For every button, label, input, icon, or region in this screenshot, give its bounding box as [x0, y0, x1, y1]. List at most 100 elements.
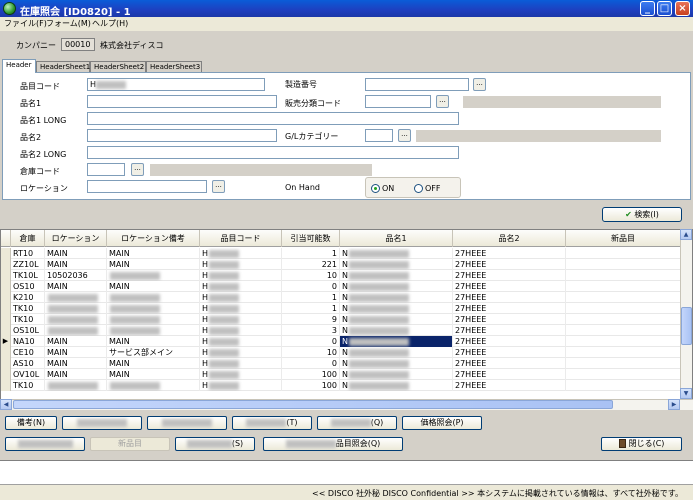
table-cell[interactable] — [566, 347, 681, 358]
location-lookup-button[interactable]: ... — [212, 180, 225, 193]
table-cell[interactable]: OS10 — [11, 281, 45, 292]
table-cell[interactable] — [45, 380, 107, 391]
table-cell[interactable]: H — [200, 248, 282, 259]
table-cell[interactable]: H — [200, 347, 282, 358]
close-window-button[interactable]: × — [675, 1, 690, 16]
table-cell[interactable]: サービス部メイン — [107, 347, 200, 358]
table-cell[interactable]: MAIN — [107, 358, 200, 369]
table-cell[interactable]: 27HEEE — [453, 325, 566, 336]
row-header[interactable] — [1, 270, 11, 281]
table-row[interactable]: TK10L 10502036 H 10 N 27HEEE — [1, 270, 681, 281]
table-cell[interactable]: 0 — [282, 281, 340, 292]
action-button-7[interactable] — [5, 437, 85, 451]
search-button[interactable]: ✔ 検索(I) — [602, 207, 682, 222]
table-cell[interactable]: H — [200, 281, 282, 292]
item-name1-input[interactable] — [87, 95, 277, 108]
table-cell[interactable] — [45, 314, 107, 325]
table-cell[interactable]: H — [200, 369, 282, 380]
table-cell[interactable]: MAIN — [45, 336, 107, 347]
table-cell[interactable] — [107, 292, 200, 303]
gl-category-input[interactable] — [365, 129, 393, 142]
gl-category-lookup-button[interactable]: ... — [398, 129, 411, 142]
table-row[interactable]: TK10 H 100 N 27HEEE — [1, 380, 681, 391]
table-cell[interactable]: H — [200, 259, 282, 270]
table-cell[interactable]: OV10L — [11, 369, 45, 380]
table-cell[interactable]: 1 — [282, 303, 340, 314]
table-cell[interactable]: 9 — [282, 314, 340, 325]
table-cell[interactable]: 27HEEE — [453, 292, 566, 303]
maximize-button[interactable]: □ — [657, 1, 672, 16]
table-cell[interactable]: 3 — [282, 325, 340, 336]
table-row[interactable]: TK10 H 9 N 27HEEE — [1, 314, 681, 325]
table-cell[interactable]: H — [200, 270, 282, 281]
table-cell[interactable]: 1 — [282, 292, 340, 303]
table-cell[interactable]: 100 — [282, 369, 340, 380]
table-cell[interactable]: N — [340, 314, 453, 325]
row-header[interactable] — [1, 281, 11, 292]
minimize-button[interactable]: _ — [640, 1, 655, 16]
table-row[interactable]: OS10 MAIN MAIN H 0 N 27HEEE — [1, 281, 681, 292]
table-row[interactable]: AS10 MAIN MAIN H 0 N 27HEEE — [1, 358, 681, 369]
action-button-3[interactable] — [147, 416, 227, 430]
table-cell[interactable]: 100 — [282, 380, 340, 391]
sales-category-lookup-button[interactable]: ... — [436, 95, 449, 108]
table-cell[interactable]: TK10 — [11, 314, 45, 325]
menu-file[interactable]: ファイル(F) — [4, 18, 47, 29]
col-warehouse[interactable]: 倉庫 — [11, 230, 45, 247]
table-cell[interactable] — [45, 292, 107, 303]
inventory-grid[interactable]: 倉庫 ロケーション ロケーション備考 品目コード 引当可能数 品名1 品名2 新… — [0, 229, 693, 408]
table-cell[interactable] — [566, 358, 681, 369]
horizontal-scroll-thumb[interactable] — [13, 400, 613, 409]
table-cell[interactable]: MAIN — [107, 259, 200, 270]
table-cell[interactable]: TK10 — [11, 380, 45, 391]
sales-category-input[interactable] — [365, 95, 431, 108]
scroll-down-icon[interactable]: ▼ — [680, 388, 692, 399]
row-header[interactable]: ▶ — [1, 336, 11, 347]
table-cell[interactable] — [566, 314, 681, 325]
table-cell[interactable]: N — [340, 358, 453, 369]
table-cell[interactable]: OS10L — [11, 325, 45, 336]
table-cell[interactable]: H — [200, 380, 282, 391]
table-cell[interactable]: TK10 — [11, 303, 45, 314]
col-location[interactable]: ロケーション — [45, 230, 107, 247]
table-cell[interactable]: MAIN — [107, 336, 200, 347]
table-cell[interactable]: N — [340, 292, 453, 303]
table-cell[interactable]: CE10 — [11, 347, 45, 358]
table-cell[interactable] — [566, 259, 681, 270]
table-cell[interactable]: N — [340, 270, 453, 281]
table-cell[interactable] — [566, 281, 681, 292]
table-cell[interactable]: N — [340, 248, 453, 259]
price-inquiry-button[interactable]: 価格照会(P) — [402, 416, 482, 430]
table-cell[interactable]: 27HEEE — [453, 358, 566, 369]
table-cell[interactable]: 10 — [282, 270, 340, 281]
table-row[interactable]: ▶ NA10 MAIN MAIN H 0 N 27HEEE — [1, 336, 681, 347]
row-header[interactable] — [1, 347, 11, 358]
table-cell[interactable]: 0 — [282, 336, 340, 347]
table-cell[interactable] — [566, 270, 681, 281]
new-item-button[interactable]: 新品目 — [90, 437, 170, 451]
table-cell[interactable] — [566, 380, 681, 391]
table-cell[interactable] — [566, 369, 681, 380]
table-cell[interactable] — [107, 303, 200, 314]
table-cell[interactable]: 221 — [282, 259, 340, 270]
table-cell[interactable]: 27HEEE — [453, 248, 566, 259]
table-cell[interactable]: H — [200, 358, 282, 369]
table-cell[interactable]: N — [340, 303, 453, 314]
table-cell[interactable]: 10 — [282, 347, 340, 358]
scroll-right-icon[interactable]: ▶ — [668, 399, 680, 410]
table-cell[interactable]: N — [340, 336, 453, 347]
on-hand-off-radio[interactable] — [414, 184, 423, 193]
table-cell[interactable]: K210 — [11, 292, 45, 303]
row-header[interactable] — [1, 358, 11, 369]
action-button-4[interactable]: (T) — [232, 416, 312, 430]
table-cell[interactable]: H — [200, 325, 282, 336]
table-cell[interactable]: 10502036 — [45, 270, 107, 281]
row-header[interactable] — [1, 369, 11, 380]
table-cell[interactable]: MAIN — [45, 248, 107, 259]
table-cell[interactable]: H — [200, 303, 282, 314]
item-name1-long-input[interactable] — [87, 112, 459, 125]
table-row[interactable]: OS10L H 3 N 27HEEE — [1, 325, 681, 336]
table-cell[interactable]: H — [200, 292, 282, 303]
table-cell[interactable]: MAIN — [45, 369, 107, 380]
warehouse-lookup-button[interactable]: ... — [131, 163, 144, 176]
